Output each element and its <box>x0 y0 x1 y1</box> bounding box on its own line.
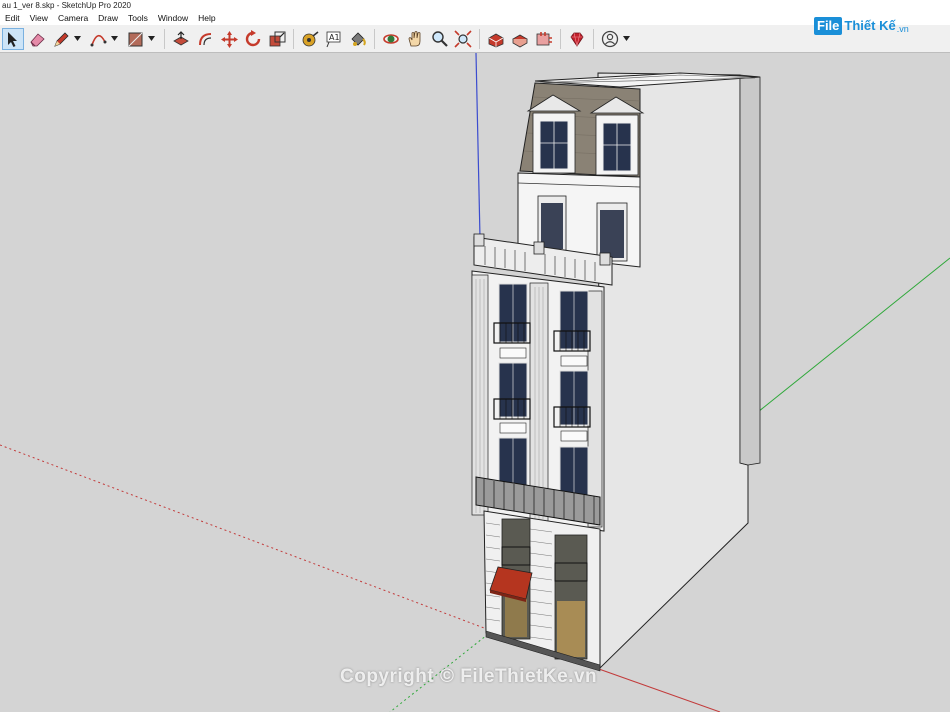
rotate-icon <box>245 29 261 46</box>
windows-left-column <box>498 283 528 493</box>
eraser-tool-button[interactable] <box>26 28 48 50</box>
menu-edit[interactable]: Edit <box>0 11 25 25</box>
red-axis-dotted <box>0 444 493 632</box>
toolbar-separator <box>164 28 165 49</box>
paint-bucket-tool-button[interactable] <box>347 28 369 50</box>
pan-tool-button[interactable] <box>404 28 426 50</box>
blue-axis <box>475 53 481 239</box>
extension-warehouse-tool-button[interactable] <box>533 28 555 50</box>
select-tool-button[interactable] <box>2 27 24 50</box>
tape-measure-tool-button[interactable] <box>299 28 321 50</box>
eraser-icon <box>30 32 45 46</box>
pan-hand-icon <box>408 30 421 46</box>
dormer-right <box>589 96 645 176</box>
building-model-scene <box>0 53 950 712</box>
menu-help[interactable]: Help <box>193 11 220 25</box>
toolbar-separator <box>374 28 375 49</box>
tape-measure-icon <box>302 30 319 46</box>
chevron-down-icon[interactable] <box>73 28 82 50</box>
share-model-tool-button[interactable] <box>509 28 531 50</box>
rectangle-icon <box>128 32 143 46</box>
toolbar-separator <box>560 28 561 49</box>
menu-tools[interactable]: Tools <box>123 11 153 25</box>
arc-tool-button[interactable] <box>87 28 109 50</box>
pencil-icon <box>54 31 69 47</box>
orbit-tool-button[interactable] <box>380 28 402 50</box>
ruby-icon <box>570 32 584 47</box>
chevron-down-icon[interactable] <box>110 28 119 50</box>
shop-window-right <box>554 534 588 660</box>
scale-icon <box>269 31 286 46</box>
copyright-watermark: Copyright © FileThietKe.vn <box>340 666 598 687</box>
orbit-icon <box>383 33 399 44</box>
paint-bucket-icon <box>351 31 366 46</box>
toolbar-separator <box>479 28 480 49</box>
text-tool-button[interactable]: A1 <box>323 28 345 50</box>
offset-icon <box>199 32 212 45</box>
chevron-down-icon[interactable] <box>622 28 631 50</box>
logo-badge: File <box>814 17 843 35</box>
menu-draw[interactable]: Draw <box>93 11 123 25</box>
text-icon: A1 <box>326 31 341 47</box>
chevron-down-icon[interactable] <box>147 28 156 50</box>
menu-bar: Edit View Camera Draw Tools Window Help <box>0 11 950 25</box>
extension-warehouse-icon <box>536 31 552 45</box>
push-pull-tool-button[interactable] <box>170 28 192 50</box>
menu-view[interactable]: View <box>25 11 53 25</box>
line-tool-button[interactable] <box>50 28 72 50</box>
zoom-extents-icon <box>454 29 472 48</box>
menu-camera[interactable]: Camera <box>53 11 93 25</box>
share-model-icon <box>512 34 528 47</box>
windows-right-column <box>559 290 589 502</box>
window-title: au 1_ver 8.skp - SketchUp Pro 2020 <box>0 0 950 11</box>
toolbar-separator <box>293 28 294 49</box>
account-tool-button[interactable] <box>599 28 621 50</box>
move-icon <box>221 30 238 48</box>
toolbar-separator <box>593 28 594 49</box>
offset-tool-button[interactable] <box>194 28 216 50</box>
svg-text:A1: A1 <box>329 33 340 42</box>
side-wall-shade <box>739 74 761 466</box>
green-axis-solid <box>737 257 950 429</box>
ruby-tool-button[interactable] <box>566 28 588 50</box>
brand-logo: File Thiết Kế .vn <box>814 14 909 38</box>
main-toolbar: A1 <box>0 25 950 53</box>
logo-tld: .vn <box>896 23 909 34</box>
rectangle-tool-button[interactable] <box>124 28 146 50</box>
menu-window[interactable]: Window <box>153 11 193 25</box>
arc-icon <box>90 34 107 46</box>
select-arrow-icon <box>8 31 17 47</box>
zoom-extents-tool-button[interactable] <box>452 28 474 50</box>
move-tool-button[interactable] <box>218 28 240 50</box>
dormer-left <box>526 94 582 174</box>
logo-text: Thiết Kế <box>844 18 896 33</box>
warehouse-tool-button[interactable] <box>485 28 507 50</box>
drawing-viewport[interactable] <box>0 53 950 712</box>
zoom-icon <box>432 30 448 47</box>
warehouse-icon <box>488 33 504 47</box>
user-account-icon <box>601 30 619 47</box>
upper-door-right <box>596 202 628 262</box>
zoom-tool-button[interactable] <box>428 28 450 50</box>
rotate-tool-button[interactable] <box>242 28 264 50</box>
push-pull-icon <box>173 30 189 45</box>
scale-tool-button[interactable] <box>266 28 288 50</box>
